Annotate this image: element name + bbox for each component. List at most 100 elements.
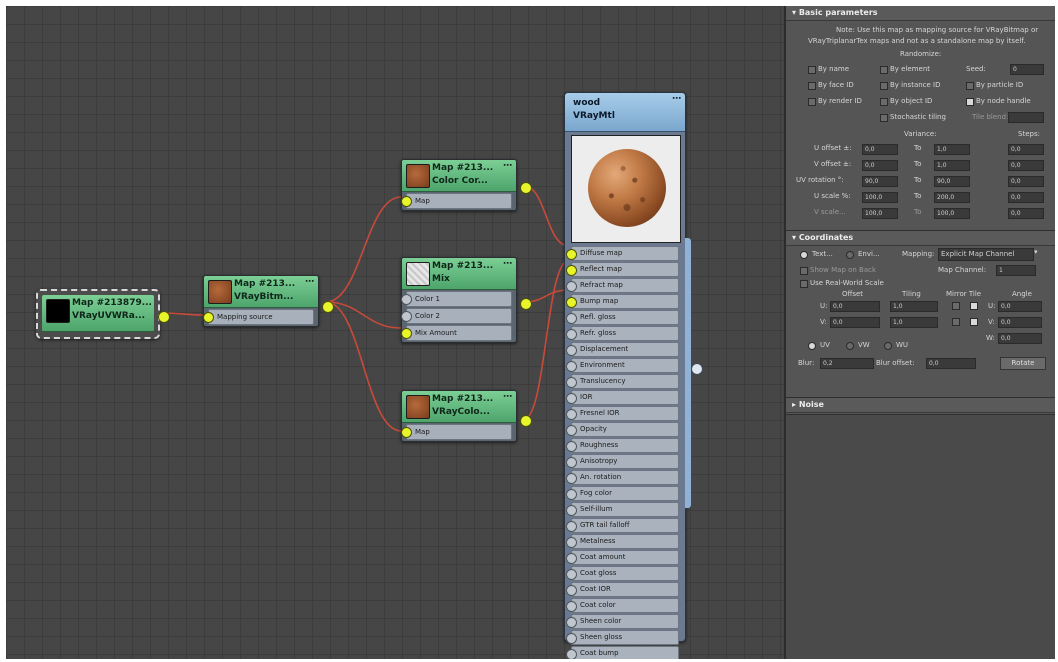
u-angle-spinner[interactable]: 0,0: [998, 301, 1042, 312]
material-port[interactable]: Reflect map: [566, 262, 679, 277]
material-port[interactable]: Coat gloss: [566, 566, 679, 581]
blur-offset-spinner[interactable]: 0,0: [926, 358, 976, 369]
input-pin[interactable]: [566, 425, 577, 436]
blur-spinner[interactable]: 0,2: [820, 358, 874, 369]
node-menu-icon[interactable]: ⋯: [305, 277, 314, 287]
input-pin[interactable]: [566, 265, 577, 276]
node-mix[interactable]: Map #213... Mix ⋯ Color 1 Color 2 Mix Am…: [401, 257, 532, 343]
input-pin[interactable]: [203, 312, 214, 323]
input-pin[interactable]: [566, 633, 577, 644]
material-port[interactable]: Refr. gloss: [566, 326, 679, 341]
material-port[interactable]: Anisotropy: [566, 454, 679, 469]
port-mapping-source[interactable]: Mapping source: [203, 309, 314, 325]
uv-radio[interactable]: [808, 342, 816, 350]
u-mirror-checkbox[interactable]: [952, 302, 960, 310]
v-tiling-spinner[interactable]: 1,0: [890, 317, 938, 328]
chevron-down-icon[interactable]: ▾: [1034, 248, 1038, 256]
input-pin[interactable]: [566, 617, 577, 628]
port-mix-amount[interactable]: Mix Amount: [401, 325, 512, 341]
variance-from-spinner[interactable]: 0,0: [862, 144, 898, 155]
variance-step-spinner[interactable]: 0,0: [1008, 160, 1044, 171]
variance-to-spinner[interactable]: 200,0: [934, 192, 970, 203]
material-port[interactable]: Coat bump: [566, 646, 679, 659]
node-vraybitmap[interactable]: Map #213... VRayBitm... ⋯ Mapping source: [203, 275, 334, 327]
input-pin[interactable]: [566, 505, 577, 516]
material-port[interactable]: Bump map: [566, 294, 679, 309]
port-map[interactable]: Map: [401, 193, 512, 209]
input-pin[interactable]: [566, 601, 577, 612]
input-pin[interactable]: [566, 361, 577, 372]
variance-step-spinner[interactable]: 0,0: [1008, 208, 1044, 219]
material-port[interactable]: Metalness: [566, 534, 679, 549]
material-port[interactable]: Sheen color: [566, 614, 679, 629]
tile-blend-spinner[interactable]: [1008, 112, 1044, 123]
node-header[interactable]: wood VRayMtl ⋯: [565, 93, 685, 132]
node-header[interactable]: Map #213... Color Cor... ⋯: [402, 160, 516, 192]
rotate-button[interactable]: Rotate: [1000, 357, 1046, 370]
u-tile-checkbox[interactable]: [970, 302, 978, 310]
input-pin[interactable]: [401, 294, 412, 305]
rollout-header[interactable]: ▸ Noise: [786, 398, 1055, 413]
node-header[interactable]: Map #213... Mix ⋯: [402, 258, 516, 290]
input-pin[interactable]: [566, 377, 577, 388]
variance-from-spinner[interactable]: 0,0: [862, 160, 898, 171]
output-pin[interactable]: [158, 311, 170, 323]
by-name-checkbox[interactable]: [808, 66, 816, 74]
variance-step-spinner[interactable]: 0,0: [1008, 144, 1044, 155]
mapping-dropdown[interactable]: Explicit Map Channel: [938, 248, 1034, 261]
variance-step-spinner[interactable]: 0,0: [1008, 176, 1044, 187]
variance-step-spinner[interactable]: 0,0: [1008, 192, 1044, 203]
input-pin[interactable]: [566, 345, 577, 356]
node-menu-icon[interactable]: ⋯: [503, 392, 512, 402]
environ-radio[interactable]: [846, 251, 854, 259]
variance-to-spinner[interactable]: 1,0: [934, 144, 970, 155]
node-header[interactable]: Map #213... VRayColo... ⋯: [402, 391, 516, 423]
material-port[interactable]: Self-illum: [566, 502, 679, 517]
input-pin[interactable]: [401, 427, 412, 438]
variance-from-spinner[interactable]: 90,0: [862, 176, 898, 187]
node-header[interactable]: Map #213... VRayBitm... ⋯: [204, 276, 318, 308]
material-port[interactable]: Coat color: [566, 598, 679, 613]
material-port[interactable]: Refract map: [566, 278, 679, 293]
input-pin[interactable]: [566, 553, 577, 564]
stochastic-tiling-checkbox[interactable]: [880, 114, 888, 122]
port-map[interactable]: Map: [401, 424, 512, 440]
input-pin[interactable]: [566, 393, 577, 404]
variance-to-spinner[interactable]: 1,0: [934, 160, 970, 171]
node-header[interactable]: Map #213879... VRayUVWRa...: [42, 295, 154, 332]
node-vraymtl[interactable]: wood VRayMtl ⋯ Diffuse map Reflect map Ref…: [564, 92, 703, 659]
by-particle-id-checkbox[interactable]: [966, 82, 974, 90]
port-color-2[interactable]: Color 2: [401, 308, 512, 324]
v-offset-spinner[interactable]: 0,0: [830, 317, 880, 328]
by-object-id-checkbox[interactable]: [880, 98, 888, 106]
port-color-1[interactable]: Color 1: [401, 291, 512, 307]
rollout-header[interactable]: ▾ Basic parameters: [786, 6, 1055, 21]
material-port[interactable]: IOR: [566, 390, 679, 405]
output-pin[interactable]: [322, 301, 334, 313]
material-port[interactable]: Coat amount: [566, 550, 679, 565]
input-pin[interactable]: [566, 649, 577, 659]
show-map-checkbox[interactable]: [800, 267, 808, 275]
by-element-checkbox[interactable]: [880, 66, 888, 74]
node-vraycolor[interactable]: Map #213... VRayColo... ⋯ Map: [401, 390, 532, 442]
material-port[interactable]: GTR tail falloff: [566, 518, 679, 533]
material-port[interactable]: Roughness: [566, 438, 679, 453]
output-pin[interactable]: [691, 363, 703, 375]
input-pin[interactable]: [566, 473, 577, 484]
input-pin[interactable]: [566, 313, 577, 324]
wu-radio[interactable]: [884, 342, 892, 350]
material-port[interactable]: Fresnel IOR: [566, 406, 679, 421]
port-scrollbar[interactable]: [685, 238, 691, 508]
material-port[interactable]: Translucency: [566, 374, 679, 389]
input-pin[interactable]: [566, 297, 577, 308]
real-world-checkbox[interactable]: [800, 280, 808, 288]
material-port[interactable]: Opacity: [566, 422, 679, 437]
input-pin[interactable]: [566, 489, 577, 500]
u-offset-spinner[interactable]: 0,0: [830, 301, 880, 312]
v-tile-checkbox[interactable]: [970, 318, 978, 326]
input-pin[interactable]: [566, 521, 577, 532]
by-render-id-checkbox[interactable]: [808, 98, 816, 106]
output-pin[interactable]: [520, 298, 532, 310]
variance-from-spinner[interactable]: 100,0: [862, 208, 898, 219]
material-port[interactable]: Diffuse map: [566, 246, 679, 261]
